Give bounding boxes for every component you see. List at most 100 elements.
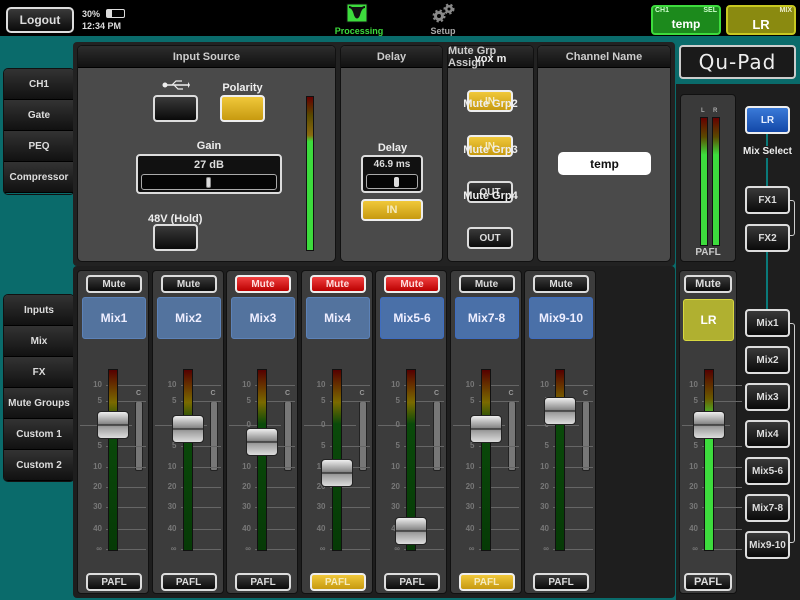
scale-label: 10 <box>242 380 251 389</box>
mix-name-button[interactable]: Mix3 <box>231 297 295 339</box>
pan-bar[interactable] <box>209 401 218 471</box>
mix-strip-mix1: MuteMix1C1050510203040∞PAFL <box>77 270 149 594</box>
channel-select-button[interactable]: CH1 SEL temp <box>651 5 721 35</box>
tab-inputs[interactable]: Inputs <box>4 295 74 326</box>
fader-cap[interactable] <box>97 411 129 439</box>
mute-button[interactable]: Mute <box>86 275 142 293</box>
pan-bar[interactable] <box>284 401 292 471</box>
master-strip: Mute LR PAFL 1050510203040∞ <box>679 270 742 594</box>
mute-button[interactable]: Mute <box>458 275 515 293</box>
mute-button[interactable]: Mute <box>235 275 291 293</box>
mix-select-mix1[interactable]: Mix1 <box>745 309 790 337</box>
fader-cap[interactable] <box>395 516 427 545</box>
delay-slider-handle[interactable] <box>394 177 399 187</box>
tab-fx[interactable]: FX <box>4 357 74 388</box>
tab-mute-groups[interactable]: Mute Groups <box>4 388 74 419</box>
mix-select-lr[interactable]: LR <box>745 106 790 134</box>
mix-select-mix3[interactable]: Mix3 <box>745 383 790 411</box>
mix-select-fx1[interactable]: FX1 <box>745 186 790 214</box>
fader-cap[interactable] <box>469 415 502 444</box>
scale-label: 10 <box>93 462 102 471</box>
master-mute-button[interactable]: Mute <box>684 275 732 293</box>
pan-bar[interactable] <box>433 401 441 471</box>
mute-group-toggle[interactable]: OUT <box>467 227 513 249</box>
battery-icon <box>106 9 125 18</box>
level-meter <box>257 369 267 551</box>
pan-bar[interactable] <box>358 401 367 471</box>
mix-select-mix7-8[interactable]: Mix7-8 <box>745 494 790 522</box>
scale-label: ∞ <box>394 544 400 553</box>
delay-value: 46.9 ms <box>373 159 411 170</box>
scale-label: 30 <box>689 502 698 511</box>
pan-bar[interactable] <box>135 401 143 471</box>
master-pafl-button[interactable]: PAFL <box>684 573 732 591</box>
mute-button[interactable]: Mute <box>160 275 217 293</box>
processing-tab[interactable]: Processing <box>330 2 388 36</box>
gain-slider-handle[interactable] <box>206 177 211 188</box>
fader-cap[interactable] <box>246 427 278 456</box>
pafl-button[interactable]: PAFL <box>235 573 291 591</box>
mute-button[interactable]: Mute <box>533 275 589 293</box>
tab-custom-1[interactable]: Custom 1 <box>4 419 74 450</box>
usb-source-button[interactable] <box>153 95 198 122</box>
scale-label: 20 <box>465 482 475 491</box>
scale-label: 20 <box>391 482 400 491</box>
scale-label: 5 <box>395 441 400 450</box>
phantom-power-button[interactable] <box>153 224 198 251</box>
pan-bar[interactable] <box>582 401 590 471</box>
mix-name-button[interactable]: Mix4 <box>305 297 370 339</box>
fader-cap[interactable] <box>544 396 576 425</box>
polarity-button[interactable] <box>220 95 265 122</box>
mix-select-mix5-6[interactable]: Mix5-6 <box>745 457 790 485</box>
scale-label: 10 <box>242 462 251 471</box>
tab-custom-2[interactable]: Custom 2 <box>4 450 74 481</box>
pafl-meter-panel: L R PAFL <box>680 94 736 262</box>
tab-peq[interactable]: PEQ <box>4 131 74 162</box>
mix-name-button[interactable]: Mix5-6 <box>380 297 444 339</box>
mix-name-button[interactable]: Mix9-10 <box>529 297 593 339</box>
logout-button[interactable]: Logout <box>6 7 74 33</box>
pafl-button[interactable]: PAFL <box>533 573 589 591</box>
scale-label: 30 <box>242 502 251 511</box>
mute-button[interactable]: Mute <box>309 275 366 293</box>
mix-select-fx2[interactable]: FX2 <box>745 224 790 252</box>
mute-button[interactable]: Mute <box>384 275 440 293</box>
mix-select-label: Mix Select <box>740 146 795 158</box>
mix-select-mix9-10[interactable]: Mix9-10 <box>745 531 790 559</box>
gain-slider[interactable] <box>141 174 277 190</box>
channel-name-input[interactable]: temp <box>558 152 651 175</box>
pafl-button[interactable]: PAFL <box>86 573 142 591</box>
scale-label: 20 <box>689 482 698 491</box>
delay-slider[interactable] <box>366 174 418 189</box>
scale-label: 5 <box>321 396 326 405</box>
mix-select-mix4[interactable]: Mix4 <box>745 420 790 448</box>
pafl-button[interactable]: PAFL <box>160 573 217 591</box>
delay-control[interactable]: 46.9 ms <box>361 155 423 193</box>
scale-label: ∞ <box>543 544 549 553</box>
tab-ch1[interactable]: CH1 <box>4 69 74 100</box>
mix-select-button[interactable]: MIX LR <box>726 5 796 35</box>
pafl-button[interactable]: PAFL <box>384 573 440 591</box>
setup-tab[interactable]: Setup <box>420 2 466 36</box>
tab-gate[interactable]: Gate <box>4 100 74 131</box>
pafl-button[interactable]: PAFL <box>309 573 366 591</box>
pafl-button[interactable]: PAFL <box>458 573 515 591</box>
mix-select-mix2[interactable]: Mix2 <box>745 346 790 374</box>
fader-cap[interactable] <box>320 459 353 487</box>
scale-label: 20 <box>93 482 102 491</box>
fader-cap[interactable] <box>693 411 725 439</box>
mix-name-button[interactable]: Mix7-8 <box>454 297 519 339</box>
scale-label: ∞ <box>468 544 475 553</box>
scale-label: ∞ <box>245 544 251 553</box>
tab-compressor[interactable]: Compressor <box>4 162 74 193</box>
tab-mix[interactable]: Mix <box>4 326 74 357</box>
mix-name-button[interactable]: Mix2 <box>156 297 221 339</box>
mix-name-button[interactable]: Mix1 <box>82 297 146 339</box>
fader-cap[interactable] <box>171 415 204 444</box>
pan-bar[interactable] <box>507 401 516 471</box>
processing-icon <box>346 3 368 23</box>
scale-label: 5 <box>470 396 475 405</box>
gain-control[interactable]: 27 dB <box>136 154 282 194</box>
delay-in-button[interactable]: IN <box>361 199 423 221</box>
scale-label: 10 <box>391 380 400 389</box>
